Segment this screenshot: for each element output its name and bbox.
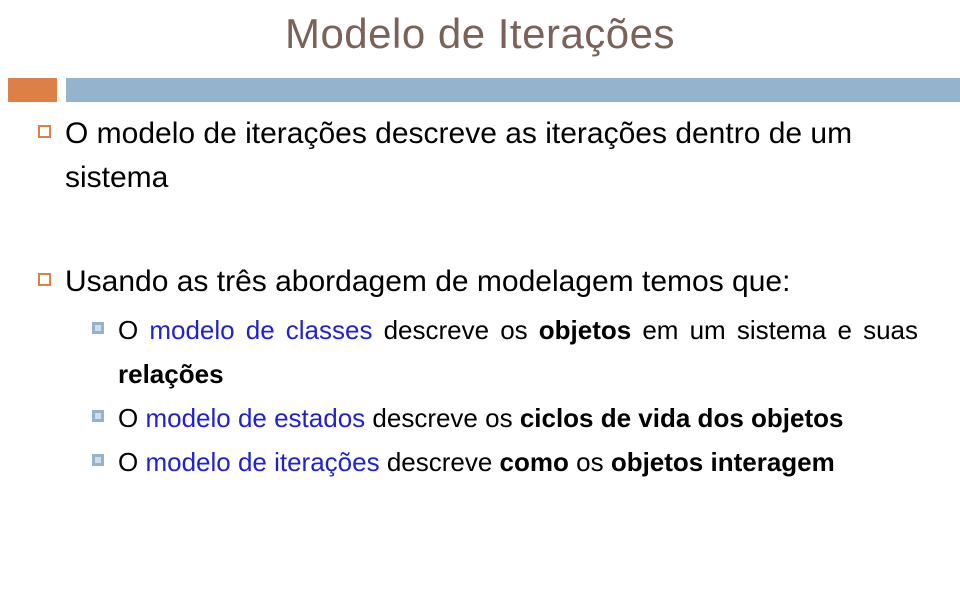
- text-run: ciclos de vida dos objetos: [519, 403, 844, 433]
- bullet-text: O modelo de iterações descreve as iteraç…: [65, 117, 852, 194]
- bullet-text: Usando as três abordagem de modelagem te…: [65, 265, 790, 298]
- orange-accent-bar: [8, 78, 57, 102]
- list-item: O modelo de iterações descreve como os o…: [0, 440, 960, 484]
- square-bullet-icon: [92, 322, 104, 334]
- text-run: objetos: [538, 315, 632, 345]
- text-run: modelo de iterações: [145, 447, 380, 477]
- square-bullet-icon: [38, 125, 51, 138]
- text-run: O: [118, 403, 146, 433]
- text-run: descreve: [379, 447, 500, 477]
- square-bullet-icon: [92, 454, 104, 466]
- text-run: O: [118, 447, 146, 477]
- bullet-text: O modelo de estados descreve os ciclos d…: [118, 396, 918, 440]
- text-run: modelo de estados: [145, 403, 366, 433]
- bullet-text: O modelo de iterações descreve como os o…: [118, 440, 918, 484]
- square-bullet-icon: [92, 410, 104, 422]
- slide-body: O modelo de iterações descreve as iteraç…: [0, 112, 960, 594]
- text-run: como: [499, 447, 569, 477]
- page-title: Modelo de Iterações: [284, 10, 676, 57]
- list-item: Usando as três abordagem de modelagem te…: [0, 260, 960, 304]
- text-run: objetos interagem: [610, 447, 835, 477]
- square-bullet-icon: [38, 273, 51, 286]
- text-run: descreve os: [365, 403, 520, 433]
- text-run: O modelo de iterações descreve as iteraç…: [65, 117, 853, 194]
- text-run: em um sistema e suas: [631, 315, 918, 345]
- blue-divider-bar: [66, 78, 960, 102]
- bullet-text: O modelo de classes descreve os objetos …: [118, 308, 918, 396]
- header-divider: [0, 78, 960, 102]
- list-item: O modelo de estados descreve os ciclos d…: [0, 396, 960, 440]
- text-run: os: [568, 447, 611, 477]
- text-run: O: [118, 315, 150, 345]
- text-run: relações: [118, 359, 224, 389]
- text-run: modelo de classes: [149, 315, 373, 345]
- list-item: O modelo de classes descreve os objetos …: [0, 308, 960, 396]
- list-item: O modelo de iterações descreve as iteraç…: [0, 112, 960, 200]
- text-run: Usando as três abordagem de modelagem te…: [65, 265, 791, 298]
- text-run: descreve os: [372, 315, 539, 345]
